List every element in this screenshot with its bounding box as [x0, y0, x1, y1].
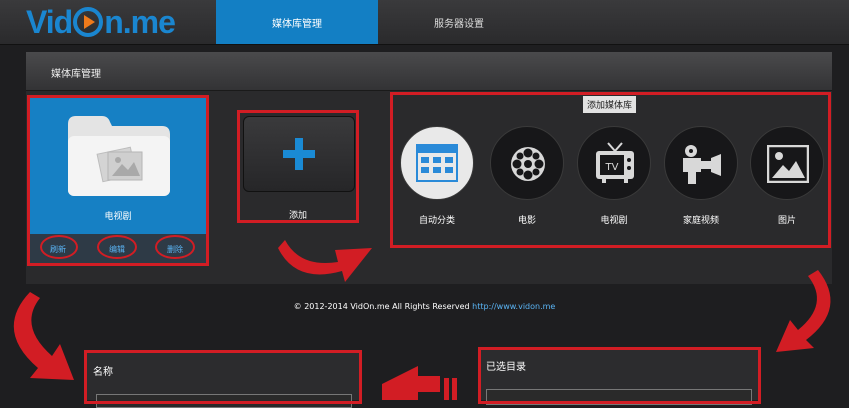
copyright-text: © 2012-2014 VidOn.me All Rights Reserved	[293, 302, 473, 311]
arrow-to-name-panel	[382, 366, 440, 400]
annotation-box-selected-directory	[478, 347, 761, 404]
arrow-tail-bar-1	[444, 378, 449, 400]
footer-link[interactable]: http://www.vidon.me	[472, 302, 555, 311]
annotation-arrows	[13, 240, 831, 400]
footer: © 2012-2014 VidOn.me All Rights Reserved…	[0, 302, 849, 311]
arrow-tail-bar-2	[452, 378, 457, 400]
annotation-box-name	[84, 350, 362, 404]
arrow-add-to-library	[278, 240, 372, 282]
arrow-right-down	[776, 270, 831, 352]
